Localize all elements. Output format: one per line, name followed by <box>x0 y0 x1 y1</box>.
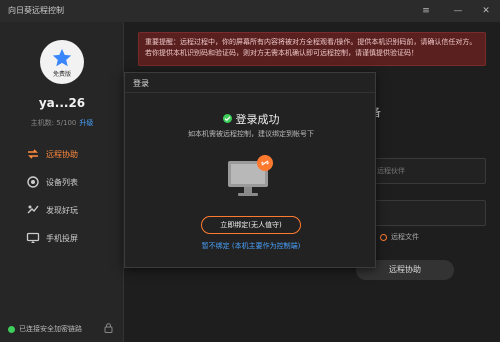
login-success-text: 登录成功 <box>235 113 280 126</box>
title-bar: 向日葵远程控制 ≡ — ✕ <box>0 0 500 22</box>
skip-bind-link[interactable]: 暂不绑定 (本机主要作为控制端) <box>125 241 377 251</box>
username: ya...26 <box>38 96 86 110</box>
login-dialog: 登录 登录成功 如本机需被远程控制，建议绑定到帐号下 立即绑定(无人值守) 暂不… <box>124 72 376 268</box>
security-notice: 重要提醒：远程过程中，你的屏幕所有内容将被对方全程观看/操作。提供本机识别码前，… <box>138 32 486 66</box>
device-list-icon <box>26 175 40 189</box>
sidebar-item-label: 设备列表 <box>46 177 78 187</box>
connection-status: 已连接安全加密链路 <box>8 324 82 334</box>
sidebar-item-label: 发现好玩 <box>46 205 78 215</box>
sidebar: 免费版 ya...26 主机数: 5/100升级 远程协助 设备列表 发现好玩 <box>0 22 124 342</box>
edition-badge: 免费版 <box>52 71 71 78</box>
close-button[interactable]: ✕ <box>478 3 494 19</box>
sidebar-item-phone-cast[interactable]: 手机投屏 <box>0 224 124 252</box>
remote-assist-icon <box>26 147 40 161</box>
sidebar-item-discover[interactable]: 发现好玩 <box>0 196 124 224</box>
sidebar-item-remote-assist[interactable]: 远程协助 <box>0 140 124 168</box>
monitor-link-icon <box>228 155 273 196</box>
bind-now-button[interactable]: 立即绑定(无人值守) <box>201 216 301 234</box>
discover-icon <box>26 203 40 217</box>
success-check-icon <box>222 114 232 123</box>
phone-cast-icon <box>26 231 40 245</box>
radio-label: 远程文件 <box>391 233 419 241</box>
app-title: 向日葵远程控制 <box>8 6 64 15</box>
sidebar-item-device-list[interactable]: 设备列表 <box>0 168 124 196</box>
sidebar-nav: 远程协助 设备列表 发现好玩 手机投屏 <box>0 140 124 252</box>
host-count-row: 主机数: 5/100 升级 <box>0 118 124 128</box>
bind-suggestion: 如本机需被远程控制，建议绑定到帐号下 <box>188 130 314 138</box>
radio-icon <box>380 233 387 241</box>
login-success-row: 登录成功 <box>125 111 377 127</box>
minimize-button[interactable]: — <box>450 3 466 19</box>
sidebar-item-label: 远程协助 <box>46 149 78 159</box>
upgrade-link[interactable]: 升级 <box>79 119 93 127</box>
host-count: 主机数: 5/100 <box>30 119 77 127</box>
sidebar-item-label: 手机投屏 <box>46 233 78 243</box>
star-icon <box>52 48 72 67</box>
connection-status-text: 已连接安全加密链路 <box>19 325 82 333</box>
status-dot-icon <box>8 325 15 333</box>
dialog-title: 登录 <box>125 73 375 93</box>
menu-button[interactable]: ≡ <box>418 3 434 19</box>
avatar[interactable]: 免费版 <box>40 40 84 84</box>
lock-icon[interactable] <box>104 323 113 333</box>
remote-file-option[interactable]: 远程文件 <box>380 232 419 242</box>
